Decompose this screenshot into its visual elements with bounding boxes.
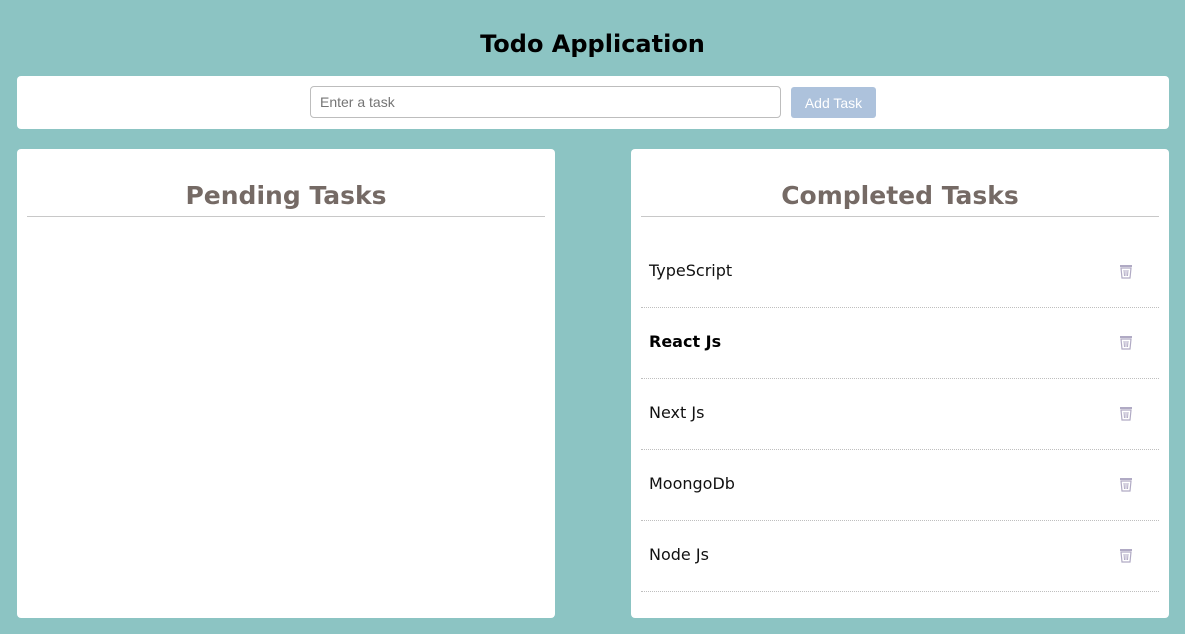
pending-tasks-title: Pending Tasks [185, 181, 387, 210]
task-input[interactable] [310, 86, 781, 118]
completed-task-item: Next Js [641, 379, 1159, 450]
completed-tasks-title: Completed Tasks [781, 181, 1019, 210]
trash-icon[interactable] [1119, 264, 1133, 279]
completed-task-item: Node Js [641, 521, 1159, 592]
completed-task-item: React Js [641, 308, 1159, 379]
trash-icon[interactable] [1119, 335, 1133, 350]
task-label[interactable]: React Js [649, 331, 721, 353]
trash-icon[interactable] [1119, 406, 1133, 421]
app-title: Todo Application [480, 30, 705, 58]
trash-icon[interactable] [1119, 548, 1133, 563]
task-entry-bar: Add Task [17, 76, 1169, 129]
pending-tasks-divider [27, 216, 545, 217]
task-label[interactable]: Node Js [649, 544, 709, 566]
task-label[interactable]: TypeScript [649, 260, 732, 282]
pending-tasks-panel: Pending Tasks [17, 149, 555, 618]
add-task-button[interactable]: Add Task [791, 87, 876, 118]
task-label[interactable]: Next Js [649, 402, 704, 424]
completed-tasks-panel: Completed Tasks TypeScript React Js Next… [631, 149, 1169, 618]
trash-icon[interactable] [1119, 477, 1133, 492]
completed-task-list: TypeScript React Js Next Js MoongoDb Nod… [641, 237, 1159, 592]
task-label[interactable]: MoongoDb [649, 473, 735, 495]
completed-task-item: MoongoDb [641, 450, 1159, 521]
completed-task-item: TypeScript [641, 237, 1159, 308]
completed-tasks-divider [641, 216, 1159, 217]
